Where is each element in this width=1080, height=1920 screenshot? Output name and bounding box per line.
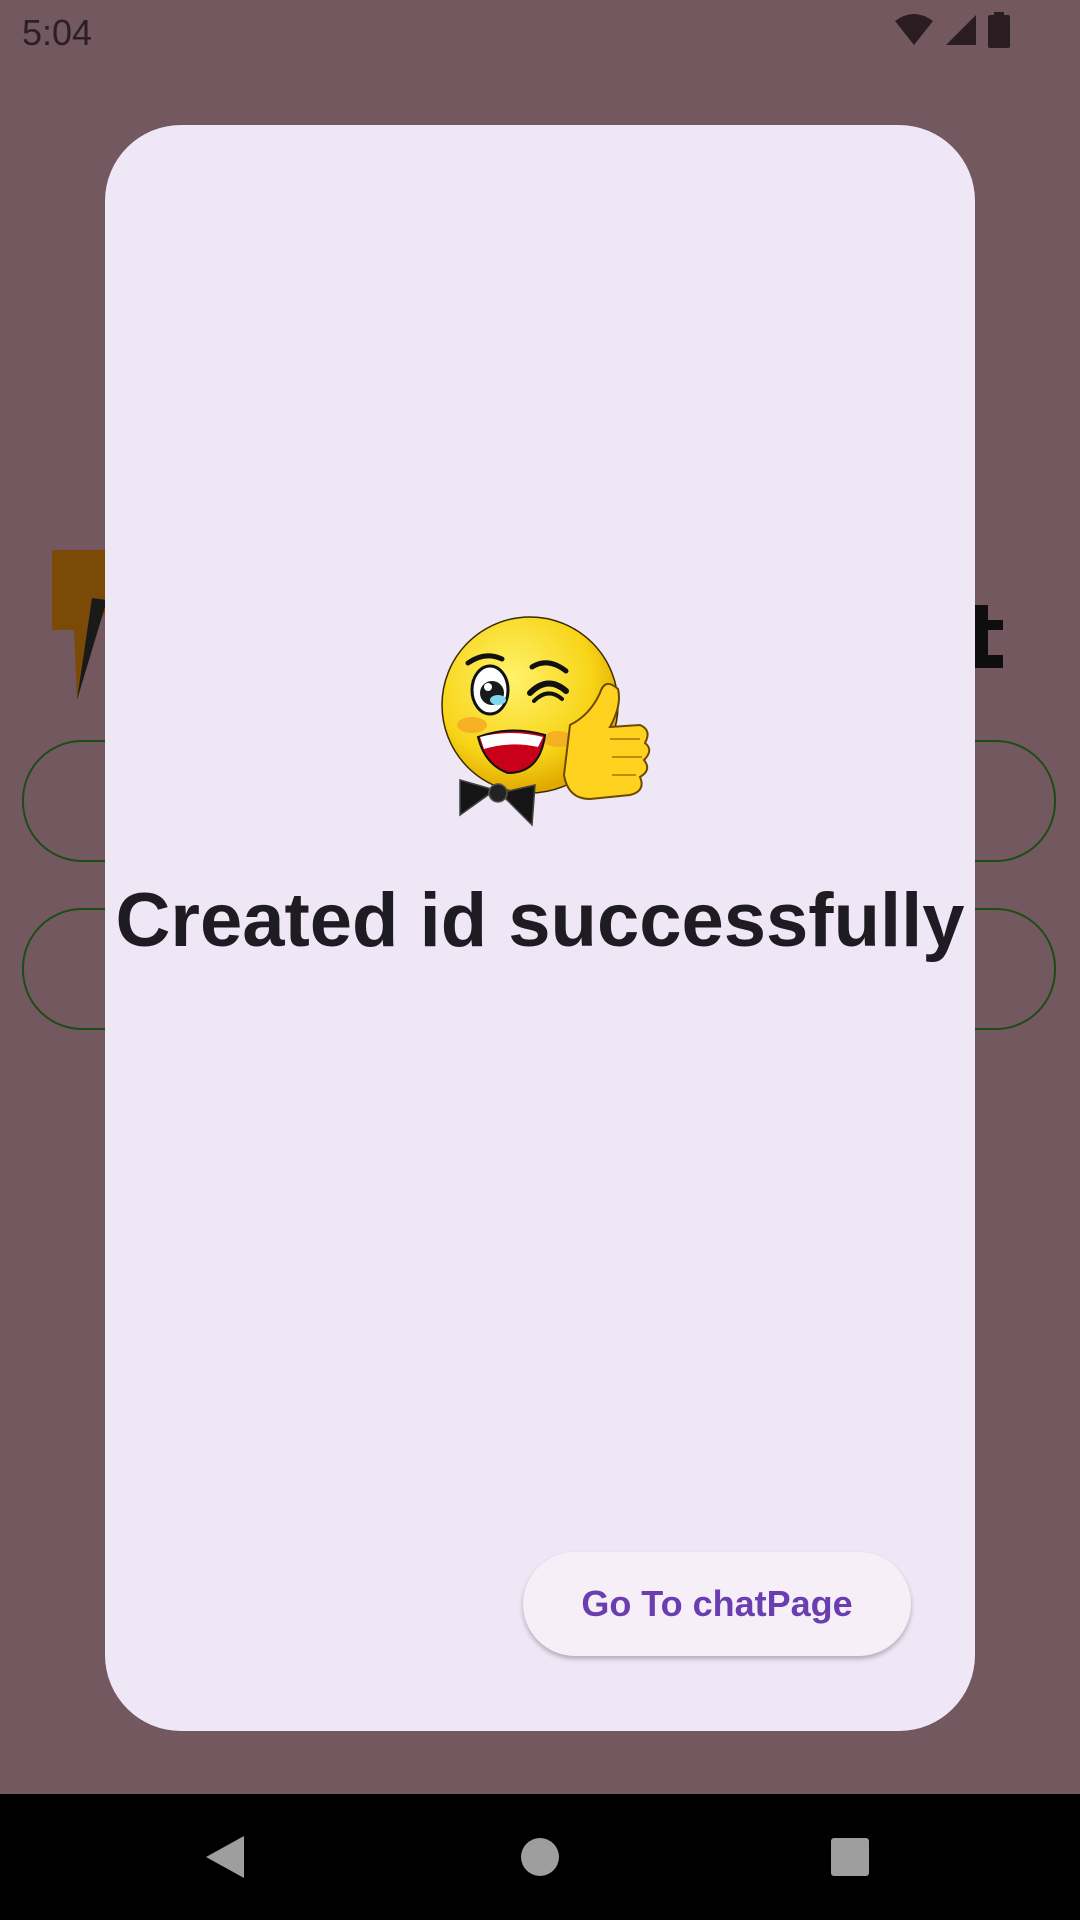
- home-icon: [521, 1838, 559, 1876]
- go-to-chatpage-button[interactable]: Go To chatPage: [523, 1552, 911, 1656]
- recents-button[interactable]: [817, 1824, 883, 1890]
- recents-icon: [831, 1838, 869, 1876]
- status-icons: [894, 12, 1010, 48]
- lightning-logo-icon: [52, 550, 112, 700]
- back-icon: [206, 1836, 244, 1878]
- back-button[interactable]: [192, 1824, 258, 1890]
- battery-icon: [988, 12, 1010, 48]
- home-button[interactable]: [507, 1824, 573, 1890]
- status-bar: 5:04: [0, 0, 1080, 63]
- thumbs-up-wink-emoji-icon: [441, 616, 651, 827]
- status-time: 5:04: [22, 12, 93, 53]
- dialog-title: Created id successfully: [115, 878, 965, 963]
- navigation-bar: [0, 1794, 1080, 1920]
- wifi-icon: [895, 14, 933, 45]
- success-dialog: Created id successfully Go To chatPage: [105, 125, 975, 1731]
- cell-signal-icon: [946, 15, 976, 45]
